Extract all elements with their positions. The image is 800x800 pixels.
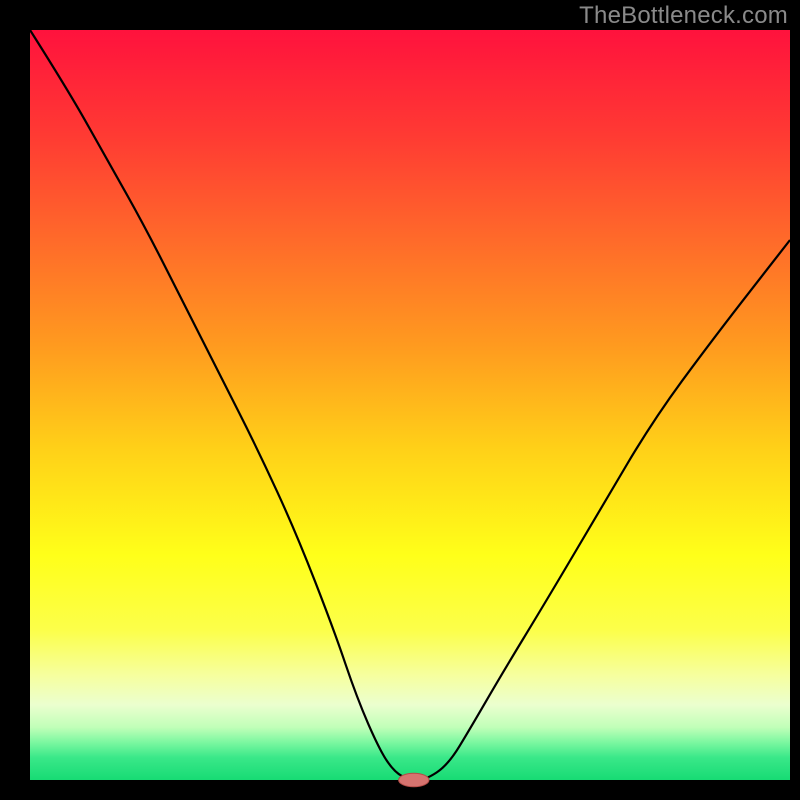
watermark-text: TheBottleneck.com	[579, 2, 788, 30]
plot-background	[30, 30, 790, 780]
chart-frame: TheBottleneck.com	[0, 0, 800, 800]
bottleneck-chart	[0, 0, 800, 800]
optimal-marker	[399, 773, 429, 787]
